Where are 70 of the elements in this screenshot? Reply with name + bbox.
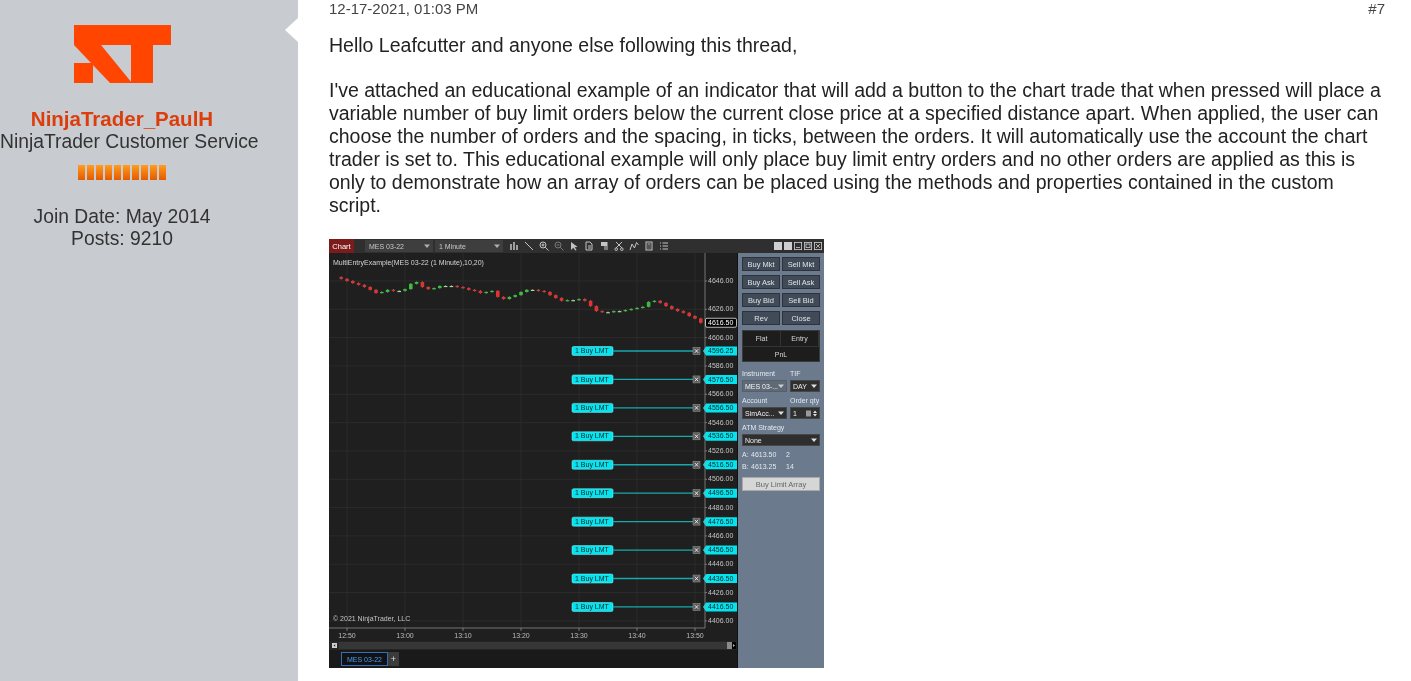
close-icon[interactable]	[692, 517, 701, 526]
add-tab-button[interactable]: +	[388, 652, 399, 666]
user-title: NinjaTrader Customer Service	[0, 130, 259, 153]
candlestick	[397, 290, 401, 293]
scroll-right-icon[interactable]	[732, 642, 736, 649]
minimize-icon[interactable]	[794, 242, 802, 250]
caret-icon	[811, 438, 817, 442]
rank-bars-icon	[78, 165, 166, 180]
candlestick	[455, 284, 459, 288]
line-icon[interactable]	[524, 241, 534, 251]
close-icon[interactable]	[692, 375, 701, 384]
document-icon[interactable]	[584, 241, 594, 251]
candlestick	[356, 282, 361, 286]
maximize-icon[interactable]	[804, 242, 812, 250]
candlestick	[641, 305, 645, 309]
zoom-in-icon[interactable]	[539, 241, 549, 251]
scrollbar-thumb[interactable]	[727, 642, 732, 649]
caret-icon	[424, 244, 430, 248]
candlestick	[403, 288, 407, 292]
message-paragraph: I've attached an educational example of an indicator that will add a button to the chart trade that when pressed will place a variable number of buy limit orders below the current close price at a specified distance apart. When applied, the user can choose the number of orders and the spacing, in ticks, between the orders. It will automatically use the account the chart trader is set to. This educational example will only place buy limit entry orders and no other orders are applied as this is only to demonstrate how an array of orders can be placed using the methods and properties contained in the custom script.	[329, 79, 1382, 217]
close-icon[interactable]	[692, 603, 701, 611]
candlestick	[542, 289, 546, 293]
close-icon[interactable]	[814, 242, 822, 250]
candlestick	[600, 310, 604, 314]
scrollbar[interactable]	[329, 641, 737, 650]
candlestick	[467, 287, 471, 291]
candlestick	[612, 310, 616, 314]
zigzag-line-icon[interactable]	[629, 241, 639, 251]
spinner-icon[interactable]	[806, 408, 817, 418]
post-date: 12-17-2021, 01:03 PM	[329, 0, 479, 18]
candlestick	[583, 298, 587, 302]
candlestick	[519, 290, 523, 297]
bar-chart-icon[interactable]	[509, 241, 519, 251]
caret-icon	[494, 244, 500, 248]
candlestick	[548, 290, 552, 297]
candlestick	[681, 310, 686, 314]
calculator-icon[interactable]	[644, 241, 654, 251]
candlestick	[351, 279, 355, 285]
scissors-icon[interactable]	[614, 241, 624, 251]
close-icon[interactable]	[692, 489, 701, 497]
post-count: Posts: 9210	[71, 228, 173, 250]
candlestick	[426, 285, 430, 291]
candlestick	[635, 306, 639, 310]
candlestick	[513, 294, 517, 298]
candlestick	[490, 289, 494, 293]
candlestick	[432, 287, 436, 291]
caret-icon	[778, 411, 784, 415]
zoom-out-icon[interactable]	[554, 241, 564, 251]
close-icon[interactable]	[692, 574, 701, 583]
scroll-left-icon[interactable]	[332, 643, 337, 648]
logo-icon	[73, 25, 171, 83]
candlestick	[664, 301, 668, 308]
join-date: Join Date: May 2014	[33, 206, 211, 228]
caret-icon	[778, 384, 785, 388]
close-icon[interactable]	[692, 546, 701, 554]
close-icon[interactable]	[692, 461, 701, 469]
message-paragraph: Hello Leafcutter and anyone else following this thread,	[329, 34, 799, 57]
pilcrow-icon[interactable]	[599, 241, 609, 251]
close-icon[interactable]	[692, 432, 701, 441]
list-icon[interactable]	[659, 241, 669, 251]
candlestick	[577, 298, 581, 302]
candlestick	[414, 281, 419, 285]
caret-icon	[811, 384, 817, 388]
cursor-icon[interactable]	[569, 241, 579, 251]
candlestick	[339, 276, 343, 280]
candlestick	[374, 288, 378, 295]
close-icon[interactable]	[692, 404, 701, 412]
post-number-link[interactable]: #7	[1368, 0, 1385, 18]
close-icon[interactable]	[692, 347, 701, 355]
candlestick	[438, 284, 442, 290]
